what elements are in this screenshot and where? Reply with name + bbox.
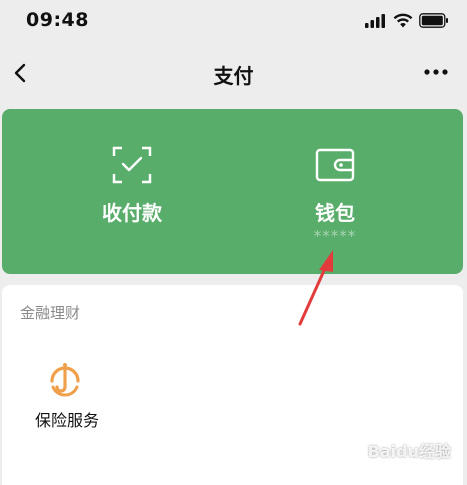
scan-check-icon (112, 146, 152, 184)
section-title: 金融理财 (20, 304, 81, 322)
wallet-label: 钱包 (315, 201, 355, 225)
wallet-icon (315, 148, 355, 182)
payment-card: 收付款 钱包 ***** (2, 109, 463, 274)
nav-bar: 支付 (0, 44, 467, 102)
more-button[interactable] (421, 62, 451, 82)
wallet-hidden-balance: ***** (313, 227, 357, 245)
receive-pay-label: 收付款 (102, 201, 162, 225)
insurance-service-label: 保险服务 (34, 411, 99, 430)
insurance-service-button[interactable]: 保险服务 (22, 357, 112, 437)
wifi-icon (393, 13, 413, 28)
more-dots-icon (424, 69, 448, 75)
wallet-button[interactable]: 钱包 ***** (235, 109, 435, 274)
receive-pay-button[interactable]: 收付款 (32, 109, 232, 274)
signal-icon (365, 13, 385, 28)
battery-icon (419, 13, 448, 28)
status-time: 09:48 (26, 9, 89, 31)
status-icons (365, 13, 449, 28)
status-bar: 09:48 (0, 0, 467, 42)
insurance-umbrella-icon (50, 363, 80, 397)
watermark: Baidu经验 (367, 442, 451, 461)
page-title: 支付 (213, 64, 254, 88)
